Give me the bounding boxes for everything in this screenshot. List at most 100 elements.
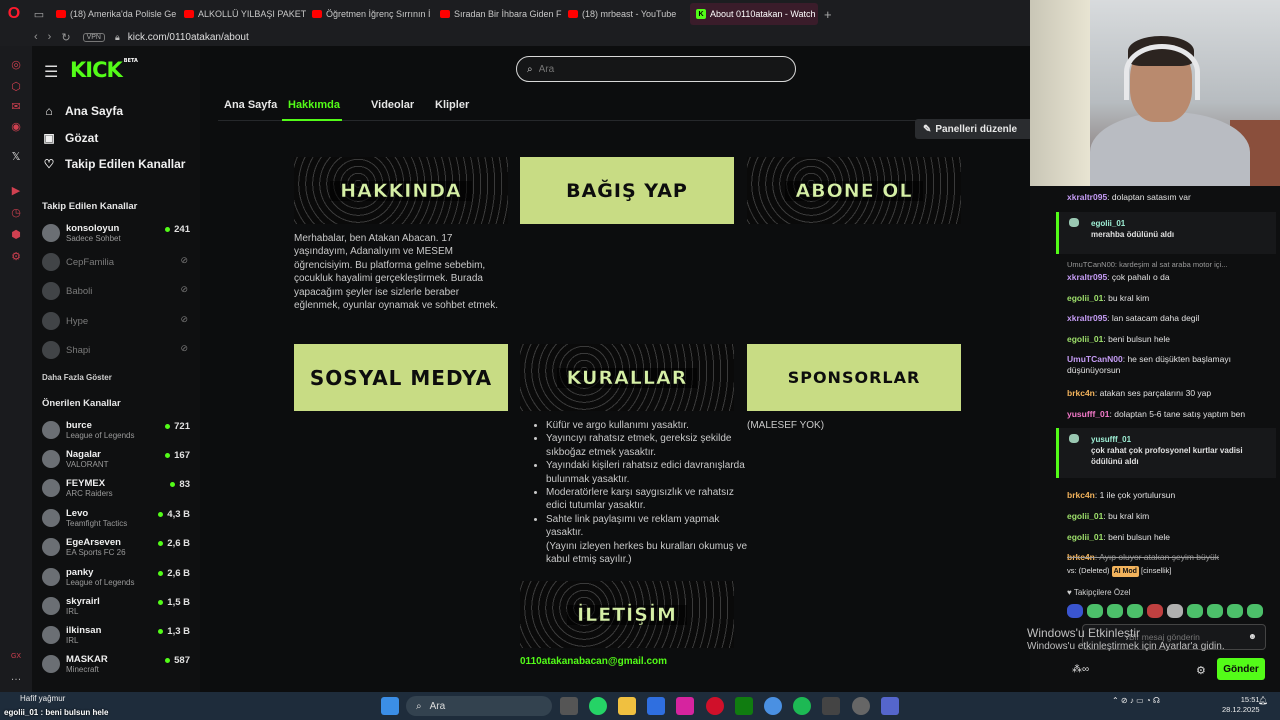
followed-channel[interactable]: konsoloyun Sadece Sohbet 241 (42, 220, 190, 246)
browser-tab[interactable]: Öğretmen İğrenç Sırrının İ (306, 3, 434, 25)
search-bar[interactable]: ⌕ (516, 56, 796, 82)
panel-subscribe[interactable]: ABONE OL (747, 157, 961, 224)
nav-following[interactable]: ♡ Takip Edilen Kanallar (42, 153, 186, 175)
spotify-icon[interactable] (793, 697, 811, 715)
kick-logo[interactable]: KICK BETA (70, 58, 138, 82)
player-icon[interactable]: ▶ (9, 184, 23, 198)
followed-channel[interactable]: Shapi ⊘ (42, 337, 190, 363)
recommended-channel[interactable]: Nagalar VALORANT 167 (42, 446, 190, 472)
crypto-icon[interactable]: ⬡ (9, 80, 23, 94)
new-tab-icon[interactable]: + (824, 7, 832, 22)
back-icon[interactable]: ‹ (34, 31, 38, 44)
send-button[interactable]: Gönder (1217, 658, 1265, 680)
recommended-channel[interactable]: burce League of Legends 721 (42, 417, 190, 443)
vpn-badge[interactable]: VPN (82, 32, 105, 42)
whatsapp-icon[interactable]: ◉ (9, 120, 23, 134)
browser-tab[interactable]: Sıradan Bir İhbara Giden F (434, 3, 562, 25)
more-icon[interactable]: … (9, 670, 23, 684)
instagram-icon[interactable] (676, 697, 694, 715)
xbox-icon[interactable] (735, 697, 753, 715)
chat-settings-icon[interactable]: ⚙ (1196, 664, 1206, 677)
panel-donate[interactable]: BAĞIŞ YAP (520, 157, 734, 224)
steam-icon[interactable] (822, 697, 840, 715)
show-more-button[interactable]: Daha Fazla Göster (42, 373, 112, 382)
browser-tab[interactable]: (18) Amerika'da Polisle Ge (50, 3, 178, 25)
start-icon[interactable] (381, 697, 399, 715)
emote-icon[interactable] (1067, 604, 1083, 618)
opera-icon[interactable] (706, 697, 724, 715)
taskbar-search[interactable]: ⌕ Ara (406, 696, 552, 716)
tab-clips[interactable]: Klipler (435, 99, 469, 111)
recommended-channel[interactable]: skyrairl IRL 1,5 B (42, 593, 190, 619)
followed-channel[interactable]: CepFamilia ⊘ (42, 249, 190, 275)
edit-panels-button[interactable]: ✎ Panelleri düzenle (915, 119, 1030, 139)
nav-browse[interactable]: ▣ Gözat (42, 127, 98, 149)
emote-icon[interactable] (1127, 604, 1143, 618)
viewer-count: 1,3 B (158, 626, 190, 637)
followed-channel[interactable]: Hype ⊘ (42, 308, 190, 334)
weather-widget[interactable]: Hafif yağmur (20, 694, 65, 704)
extensions-icon[interactable]: ⬢ (9, 228, 23, 242)
history-icon[interactable]: ◷ (9, 206, 23, 220)
messenger-icon[interactable]: ✉ (9, 100, 23, 114)
viewer-count: 241 (165, 224, 190, 235)
clock[interactable]: 15:51 28.12.2025 (1222, 695, 1260, 715)
obs-icon[interactable] (852, 697, 870, 715)
tray-icons[interactable]: ⌃ ⊘ ♪ ▭ ◔ ☊ (1112, 696, 1160, 705)
tab-about[interactable]: Hakkımda (288, 99, 340, 111)
emote-icon[interactable] (1227, 604, 1243, 618)
tab-home[interactable]: Ana Sayfa (224, 99, 277, 111)
emote-bar (1067, 604, 1263, 618)
tab-videos[interactable]: Videolar (371, 99, 414, 111)
browser-tab-bar: O ▭ (18) Amerika'da Polisle Ge ALKOLLÜ Y… (0, 0, 1030, 28)
chat-tools-icon[interactable]: ⁂∞ (1072, 664, 1089, 675)
emote-icon[interactable] (1187, 604, 1203, 618)
mail-icon[interactable] (647, 697, 665, 715)
emote-icon[interactable] (1147, 604, 1163, 618)
reload-icon[interactable]: ↻ (61, 31, 70, 44)
chrome-icon[interactable] (764, 697, 782, 715)
opera-logo-icon[interactable]: O (0, 0, 28, 28)
search-icon: ⌕ (416, 700, 422, 712)
youtube-icon (56, 10, 66, 18)
recommended-channel[interactable]: panky League of Legends 2,6 B (42, 564, 190, 590)
browser-tab[interactable]: ALKOLLÜ YILBAŞI PAKETİ (178, 3, 306, 25)
avatar (42, 655, 60, 673)
tab-manager-icon[interactable]: ▭ (28, 8, 50, 21)
url-field[interactable]: kick.com/0110atakan/about (128, 32, 249, 43)
recommended-channel[interactable]: ilkinsan IRL 1,3 B (42, 622, 190, 648)
app-icon[interactable] (881, 697, 899, 715)
recommended-channel[interactable]: EgeArseven EA Sports FC 26 2,6 B (42, 534, 190, 560)
emoji-icon[interactable]: ☻ (1248, 631, 1257, 641)
emote-icon[interactable] (1207, 604, 1223, 618)
chat-message: egolii_01: bu kral kim (1067, 511, 1150, 521)
nav-home[interactable]: ⌂ Ana Sayfa (42, 100, 123, 122)
task-view-icon[interactable] (560, 697, 578, 715)
x-twitter-icon[interactable]: 𝕏 (9, 150, 23, 164)
followed-channel[interactable]: Baboli ⊘ (42, 278, 190, 304)
emote-icon[interactable] (1247, 604, 1263, 618)
forward-icon[interactable]: › (48, 31, 52, 44)
browser-tab[interactable]: (18) mrbeast - YouTube (562, 3, 690, 25)
viewer-count: 1,5 B (158, 597, 190, 608)
emote-icon[interactable] (1107, 604, 1123, 618)
file-explorer-icon[interactable] (618, 697, 636, 715)
aria-icon[interactable]: ◎ (9, 58, 23, 72)
settings-icon[interactable]: ⚙ (9, 250, 23, 264)
notification-icon[interactable]: 🔔︎ (1258, 696, 1268, 705)
menu-icon[interactable]: ☰ (44, 62, 58, 82)
emote-icon[interactable] (1087, 604, 1103, 618)
search-input[interactable] (538, 63, 759, 75)
contact-email[interactable]: 0110atakanabacan@gmail.com (520, 656, 667, 667)
gx-icon[interactable]: GX (9, 650, 23, 664)
browser-tab-active[interactable]: K About 0110atakan - Watch (690, 3, 818, 25)
recommended-channel[interactable]: Levo Teamfight Tactics 4,3 B (42, 505, 190, 531)
webcam-overlay (1030, 0, 1280, 186)
emote-icon[interactable] (1167, 604, 1183, 618)
recommended-channel[interactable]: FEYMEX ARC Raiders 83 (42, 475, 190, 501)
chat-message: brkc4n: atakan ses parçalarını 30 yap (1067, 388, 1212, 398)
avatar (42, 509, 60, 527)
recommended-channel[interactable]: MASKAR Minecraft 587 (42, 651, 190, 677)
chat-message: egolii_01: beni bulsun hele (1067, 532, 1171, 542)
whatsapp-icon[interactable] (589, 697, 607, 715)
